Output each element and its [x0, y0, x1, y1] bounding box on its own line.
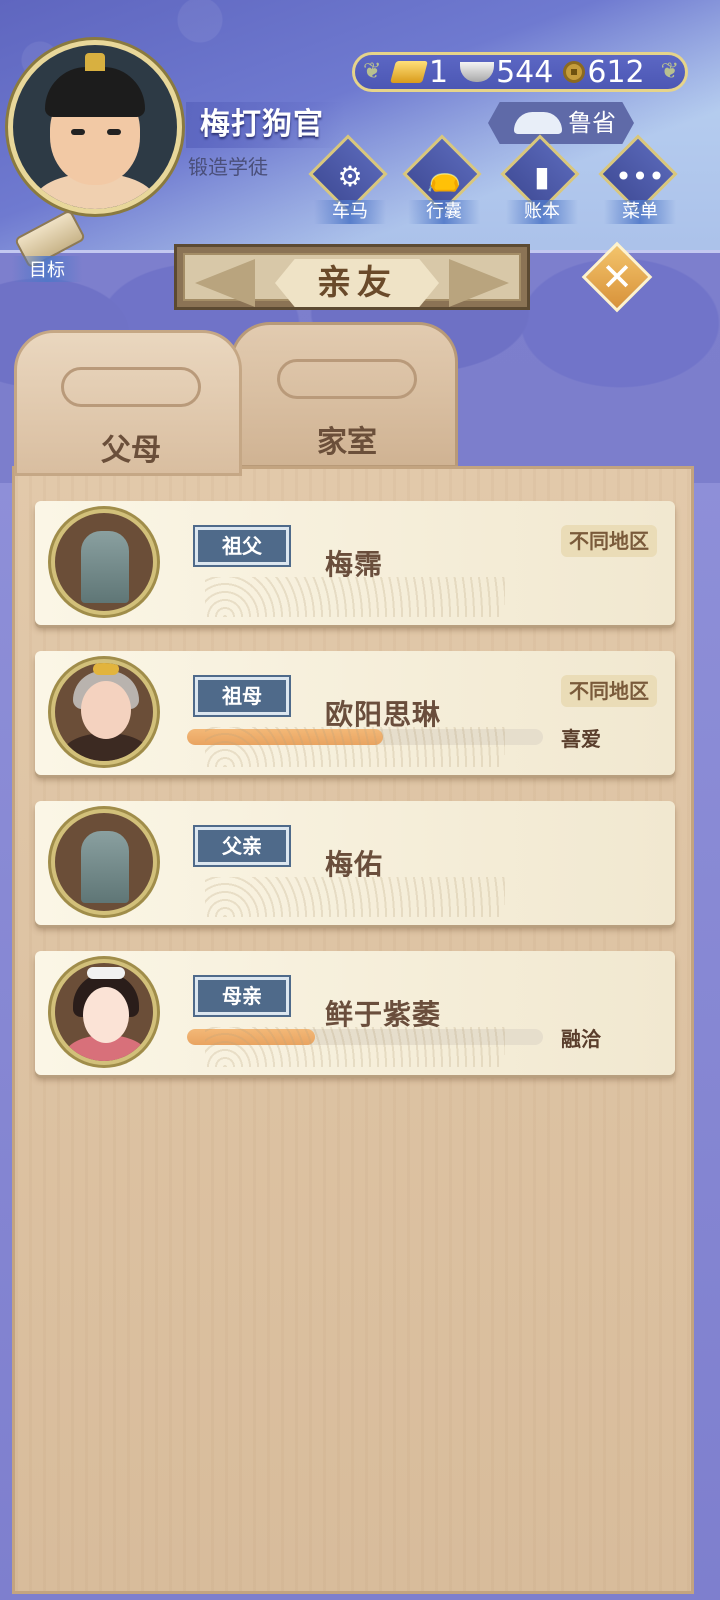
bamboo-leaf-icon: ❦ — [363, 59, 382, 84]
banner-inner: 亲友 — [183, 253, 521, 307]
affection-bar — [187, 729, 543, 745]
player-name: 梅打狗官 — [186, 102, 344, 148]
bamboo-leaf-icon: ❦ — [660, 59, 679, 84]
page-title: 亲友 — [275, 259, 439, 307]
relatives-panel: 祖父 梅霈 不同地区 祖母 欧阳思琳 不同地区 喜爱 父亲 梅佑 母亲 鲜于紫萎… — [12, 466, 694, 1594]
menu-label: 菜单 — [604, 200, 676, 224]
relation-tag: 祖父 — [195, 527, 289, 565]
cloud-ornament-icon — [61, 367, 201, 407]
relative-portrait — [51, 659, 157, 765]
banner-left-ornament — [195, 259, 255, 307]
tab-parents-label: 父母 — [101, 433, 161, 468]
close-icon: ✕ — [601, 255, 633, 299]
region-tag: 不同地区 — [561, 675, 657, 707]
gold-count: 1 — [429, 54, 449, 90]
tombstone-icon — [81, 531, 129, 603]
avatar-hair — [45, 67, 145, 117]
silver-ingot-icon — [460, 62, 495, 82]
region-icon — [514, 112, 562, 134]
relative-name: 鲜于紫萎 — [325, 998, 442, 1031]
bag-icon: 👝 — [426, 160, 462, 193]
goal-label: 目标 — [12, 256, 82, 282]
avatar-eye — [107, 129, 121, 135]
player-title: 锻造学徒 — [188, 155, 268, 179]
affection-bar-fill — [187, 729, 383, 745]
carriage-button[interactable]: ⚙ 车马 — [308, 134, 392, 224]
portrait-face — [83, 987, 129, 1043]
banner-right-ornament — [449, 259, 509, 307]
tab-spouse-label: 家室 — [317, 425, 377, 460]
avatar-crown — [85, 53, 105, 71]
copper-coin-icon — [563, 61, 586, 83]
silver-count: 544 — [496, 54, 554, 90]
carriage-icon: ⚙ — [337, 160, 363, 193]
cloud-ornament-icon — [277, 359, 417, 399]
tab-parents[interactable]: 父母 — [14, 330, 242, 476]
avatar-eye — [71, 129, 85, 135]
relative-card[interactable]: 祖父 梅霈 不同地区 — [35, 501, 675, 625]
bag-button[interactable]: 👝 行囊 — [402, 134, 486, 224]
goal-button[interactable]: 目标 — [12, 208, 87, 282]
relative-name: 梅霈 — [325, 548, 384, 581]
relation-tag: 祖母 — [195, 677, 289, 715]
relative-card[interactable]: 祖母 欧阳思琳 不同地区 喜爱 — [35, 651, 675, 775]
affection-bar — [187, 1029, 543, 1045]
region-button[interactable]: 鲁省 — [488, 102, 634, 144]
relation-tag: 母亲 — [195, 977, 289, 1015]
tab-spouse[interactable]: 家室 — [230, 322, 458, 468]
region-tag: 不同地区 — [561, 525, 657, 557]
gold-ingot-icon — [390, 61, 428, 83]
relative-name: 梅佑 — [325, 848, 384, 881]
affection-label: 融洽 — [561, 1027, 601, 1051]
relative-card[interactable]: 父亲 梅佑 — [35, 801, 675, 925]
portrait-face — [81, 681, 131, 739]
relative-card[interactable]: 母亲 鲜于紫萎 融洽 — [35, 951, 675, 1075]
relative-portrait — [51, 959, 157, 1065]
currency-bar: ❦ 1 544 612 ❦ — [352, 52, 688, 92]
portrait-crown — [93, 663, 119, 675]
relative-name: 欧阳思琳 — [325, 698, 442, 731]
ledger-icon: ▮ — [534, 160, 550, 193]
player-avatar[interactable] — [8, 40, 182, 214]
carriage-label: 车马 — [314, 200, 386, 224]
header-banner: 亲友 — [174, 244, 530, 310]
relative-portrait — [51, 509, 157, 615]
coin-count: 612 — [587, 54, 645, 90]
relation-tag: 父亲 — [195, 827, 289, 865]
bag-label: 行囊 — [408, 200, 480, 224]
menu-button[interactable]: ••• 菜单 — [598, 134, 682, 224]
affection-bar-fill — [187, 1029, 316, 1045]
relative-portrait — [51, 809, 157, 915]
affection-label: 喜爱 — [561, 727, 601, 751]
ledger-label: 账本 — [506, 200, 578, 224]
tombstone-icon — [81, 831, 129, 903]
ledger-button[interactable]: ▮ 账本 — [500, 134, 584, 224]
portrait-crown — [87, 967, 125, 979]
more-icon: ••• — [615, 160, 665, 193]
region-label: 鲁省 — [568, 109, 616, 137]
